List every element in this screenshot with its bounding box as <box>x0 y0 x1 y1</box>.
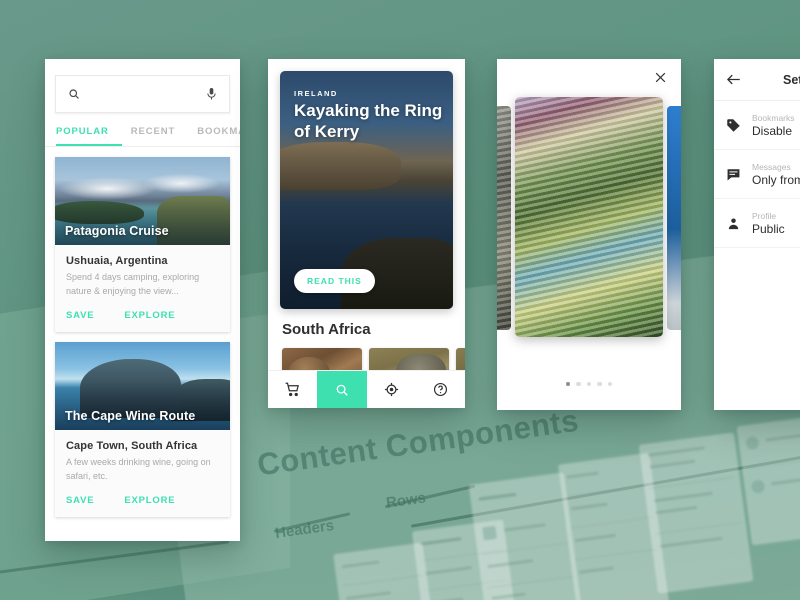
pagination-dot[interactable] <box>576 381 581 386</box>
pagination-dot[interactable] <box>597 381 602 386</box>
card-hero-image: Patagonia Cruise <box>55 157 230 245</box>
card-body: Cape Town, South Africa A few weeks drin… <box>55 430 230 486</box>
settings-row-profile[interactable]: Profile Public <box>714 199 800 248</box>
save-button[interactable]: SAVE <box>66 310 94 321</box>
nav-cart[interactable] <box>268 371 317 408</box>
nav-help[interactable] <box>416 371 465 408</box>
tag-icon <box>726 118 752 133</box>
settings-header: Settings <box>714 59 800 101</box>
feature-card[interactable]: IRELAND Kayaking the Ring of Kerry READ … <box>280 71 453 309</box>
search-icon <box>335 383 349 397</box>
settings-row-label: Messages <box>752 162 791 172</box>
feature-title: Kayaking the Ring of Kerry <box>294 101 443 141</box>
settings-row-messages[interactable]: Messages Only from friends <box>714 150 800 199</box>
nav-search[interactable] <box>317 371 367 408</box>
search-icon <box>68 88 80 100</box>
card-actions: SAVE EXPLORE <box>55 486 230 517</box>
gallery-stage <box>497 97 681 337</box>
location-target-icon <box>384 382 399 397</box>
save-button[interactable]: SAVE <box>66 495 94 506</box>
pagination-dot[interactable] <box>586 381 592 386</box>
background-mock-card <box>333 542 437 600</box>
card-hero-image: The Cape Wine Route <box>55 341 230 430</box>
tab-bar: POPULAR RECENT BOOKMARKS <box>45 126 240 146</box>
settings-row-value: Only from friends <box>752 173 800 187</box>
tab-bookmarks[interactable]: BOOKMARKS <box>197 126 240 146</box>
card-description: Spend 4 days camping, exploring nature &… <box>66 272 200 296</box>
settings-row-label: Bookmarks <box>752 113 795 123</box>
gallery-main-image[interactable] <box>515 97 663 337</box>
nav-location[interactable] <box>367 371 416 408</box>
read-this-button[interactable]: READ THIS <box>294 269 375 293</box>
tab-divider <box>45 146 240 147</box>
person-icon <box>726 216 752 231</box>
settings-row-value: Disable <box>752 124 793 138</box>
search-input[interactable] <box>55 75 230 113</box>
pagination-dot[interactable] <box>565 381 571 386</box>
message-icon <box>726 167 752 182</box>
settings-row-label: Profile <box>752 211 777 221</box>
card-place: Cape Town, South Africa <box>66 439 198 452</box>
explore-button[interactable]: EXPLORE <box>124 310 175 321</box>
tab-active-indicator <box>56 143 122 146</box>
back-arrow-icon[interactable] <box>726 73 741 86</box>
section-title: South Africa <box>282 321 371 338</box>
card-description: A few weeks drinking wine, going on safa… <box>66 456 211 481</box>
phone-screen-discover: POPULAR RECENT BOOKMARKS Patagonia Cruis… <box>45 59 240 541</box>
phone-screen-gallery <box>497 59 681 410</box>
feature-eyebrow: IRELAND <box>294 89 338 98</box>
gallery-next-preview[interactable] <box>667 106 681 330</box>
microphone-icon[interactable] <box>206 87 217 101</box>
card-hero-title: The Cape Wine Route <box>65 408 196 423</box>
travel-card[interactable]: Patagonia Cruise Ushuaia, Argentina Spen… <box>55 157 230 332</box>
help-circle-icon <box>433 382 448 397</box>
tab-recent[interactable]: RECENT <box>131 126 175 146</box>
background-mock-card <box>638 432 754 594</box>
card-place: Ushuaia, Argentina <box>66 255 168 267</box>
bottom-navigation <box>268 370 465 408</box>
gallery-pagination-dots <box>497 381 681 386</box>
pagination-dot[interactable] <box>607 381 613 386</box>
travel-card[interactable]: The Cape Wine Route Cape Town, South Afr… <box>55 341 230 517</box>
gallery-previous-preview[interactable] <box>497 106 511 330</box>
card-actions: SAVE EXPLORE <box>55 301 230 332</box>
settings-row-bookmarks[interactable]: Bookmarks Disable <box>714 101 800 150</box>
close-icon[interactable] <box>654 71 667 84</box>
card-hero-title: Patagonia Cruise <box>65 224 169 238</box>
page-title: Settings <box>783 72 800 87</box>
cart-icon <box>285 382 300 397</box>
explore-button[interactable]: EXPLORE <box>124 495 175 506</box>
phone-screen-featured: IRELAND Kayaking the Ring of Kerry READ … <box>268 59 465 408</box>
card-body: Ushuaia, Argentina Spend 4 days camping,… <box>55 245 230 301</box>
settings-row-value: Public <box>752 222 785 236</box>
phone-screen-settings: Settings Bookmarks Disable Messages Only… <box>714 59 800 410</box>
